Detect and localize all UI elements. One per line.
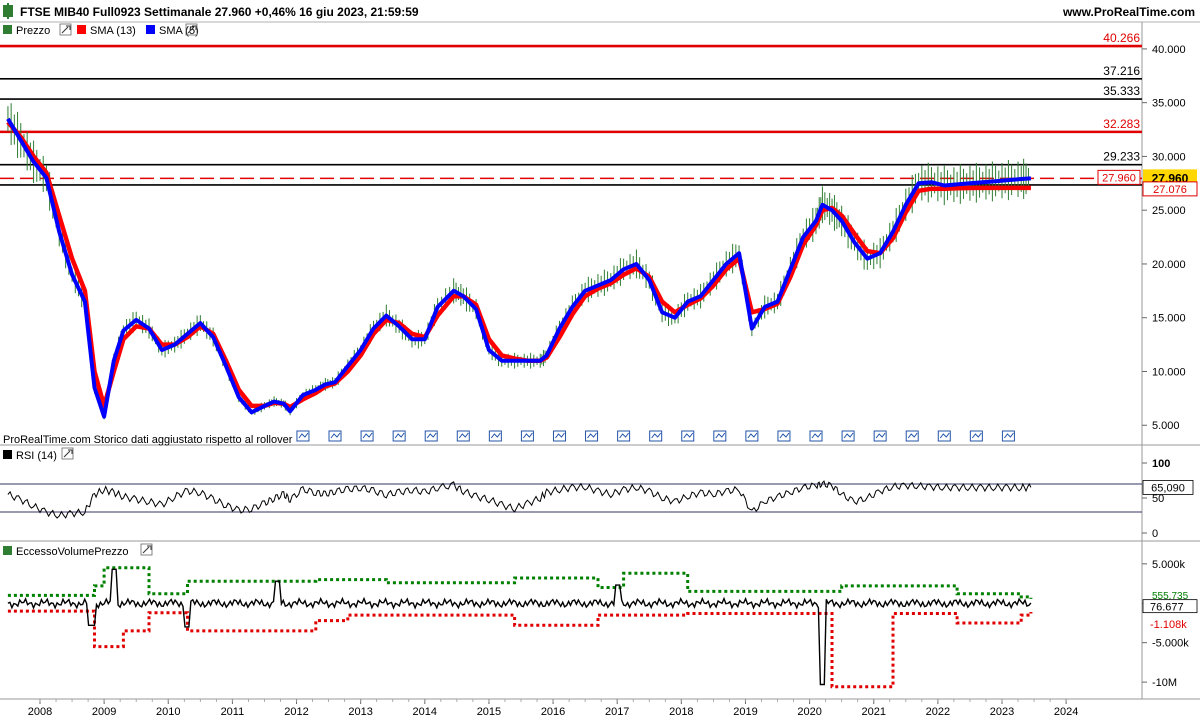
vol-legend-label: EccessoVolumePrezzo [16,546,129,558]
rsi-legend-swatch [3,450,12,459]
x-axis: 2008 2009 2010 2011 2012 2013 2014 2015 2016 2017… [28,699,1078,718]
event-marker-icon[interactable] [1001,430,1015,442]
x-tick-label: 2013 [348,706,372,718]
event-marker-icon[interactable] [360,430,374,442]
x-tick-label: 2018 [669,706,693,718]
x-tick-label: 2022 [926,706,950,718]
x-tick-label: 2023 [990,706,1014,718]
footer-note: ProRealTime.com Storico dati aggiustato … [3,434,293,446]
price-legend-label: Prezzo [16,25,50,37]
event-marker-icon[interactable] [745,430,759,442]
x-tick-label: 2010 [156,706,180,718]
x-tick-label: 2017 [605,706,629,718]
event-marker-icon[interactable] [969,430,983,442]
vol-y-tick-label: -10M [1152,677,1177,689]
price-y-tick-label: 5.000 [1152,420,1180,432]
vol-legend: EccessoVolumePrezzo [3,543,153,558]
price-y-tick-label: 15.000 [1152,313,1186,325]
vol-y-tick-label: -5.000k [1152,638,1189,650]
volume-panel: 5.000k0-5.000k-10M555.73576.677-1.108k [7,559,1198,689]
level-label: 32.283 [1103,117,1140,131]
x-tick-label: 2021 [861,706,885,718]
sma13-legend-label: SMA (13) [90,25,136,37]
x-tick-label: 2011 [221,706,245,718]
x-tick-label: 2016 [541,706,565,718]
vol-legend-swatch [3,546,12,555]
event-marker-icon[interactable] [937,430,951,442]
event-marker-icon[interactable] [681,430,695,442]
event-marker-icon[interactable] [585,430,599,442]
event-marker-icon[interactable] [873,430,887,442]
x-tick-label: 2015 [477,706,501,718]
event-markers [296,430,1015,442]
price-y-tick-label: 30.000 [1152,151,1186,163]
vol-y-tick-label: 5.000k [1152,559,1186,571]
price-y-tick-label: 25.000 [1152,205,1186,217]
level-label: 29.233 [1103,150,1140,164]
event-marker-icon[interactable] [488,430,502,442]
site-url[interactable]: www.ProRealTime.com [1062,5,1195,19]
price-levels: 40.26637.21635.33332.28329.23327.35027.9… [0,31,1198,197]
sma13-last-label: 27.076 [1153,184,1187,196]
last-price-level-label: 27.960 [1102,172,1136,184]
vol-upper-band [7,566,1033,599]
x-tick-label: 2019 [733,706,757,718]
level-label: 37.216 [1103,64,1140,78]
chart-header-title: FTSE MIB40 Full0923 Settimanale 27.960 +… [20,5,419,19]
rsi-y-tick-label: 0 [1152,528,1158,540]
wrench-icon-glyph [142,545,152,554]
rsi-last-label: 65,090 [1151,482,1185,494]
price-series [6,103,1032,420]
level-label: 35.333 [1103,84,1140,98]
rsi-panel: 10050065,090 [0,458,1194,540]
app-logo-wick [7,3,9,19]
wrench-icon-glyph [61,25,71,34]
event-marker-icon[interactable] [841,430,855,442]
x-tick-label: 2024 [1054,706,1078,718]
x-tick-label: 2012 [284,706,308,718]
chart-root: FTSE MIB40 Full0923 Settimanale 27.960 +… [0,0,1200,720]
sma5-line [6,117,1032,419]
event-marker-icon[interactable] [713,430,727,442]
event-marker-icon[interactable] [617,430,631,442]
sma13-legend-swatch [77,25,86,34]
vol-lower-label: -1.108k [1150,619,1187,631]
event-marker-icon[interactable] [905,430,919,442]
event-marker-icon[interactable] [296,430,310,442]
vol-last-label: 76.677 [1150,602,1184,614]
sma5-legend-swatch [146,25,155,34]
vol-lower-band [7,609,1033,689]
rsi-legend: RSI (14) [3,447,74,462]
price-legend-swatch [3,25,12,34]
event-marker-icon[interactable] [392,430,406,442]
chart-canvas: FTSE MIB40 Full0923 Settimanale 27.960 +… [0,0,1200,718]
event-marker-icon[interactable] [649,430,663,442]
event-marker-icon[interactable] [520,430,534,442]
price-y-axis: 5.000 10.000 15.000 20.000 25.000 30.000 35.00… [1142,44,1186,432]
wrench-icon-glyph [63,449,73,458]
price-y-tick-label: 10.000 [1152,366,1186,378]
event-marker-icon[interactable] [328,430,342,442]
price-y-tick-label: 40.000 [1152,44,1186,56]
x-tick-label: 2014 [413,706,437,718]
event-marker-icon[interactable] [456,430,470,442]
x-tick-label: 2020 [797,706,821,718]
x-tick-label: 2009 [92,706,116,718]
price-y-tick-label: 20.000 [1152,259,1186,271]
event-marker-icon[interactable] [777,430,791,442]
rsi-y-tick-label: 100 [1152,458,1170,470]
event-marker-icon[interactable] [552,430,566,442]
rsi-legend-label: RSI (14) [16,450,57,462]
event-marker-icon[interactable] [809,430,823,442]
price-legend: Prezzo SMA (13) SMA (5) [3,23,199,37]
x-tick-label: 2008 [28,706,52,718]
event-marker-icon[interactable] [424,430,438,442]
level-label: 40.266 [1103,31,1140,45]
price-y-tick-label: 35.000 [1152,98,1186,110]
